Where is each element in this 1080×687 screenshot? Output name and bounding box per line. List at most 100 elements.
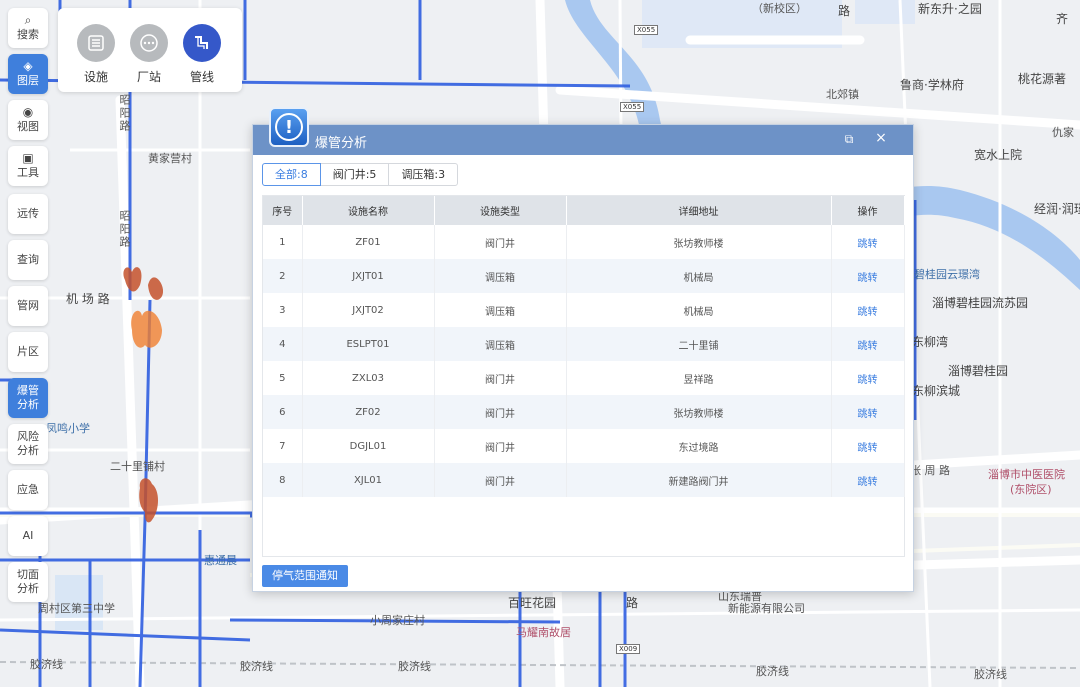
jump-link[interactable]: 跳转 [831, 225, 905, 259]
layer-panel: 设施 厂站 管线 [58, 8, 242, 92]
emergency-label: 应急 [17, 483, 39, 496]
maximize-icon[interactable]: ⧉ [841, 132, 857, 148]
map-label-luxun: 鲁商·学林府 [900, 78, 964, 92]
jump-link[interactable]: 跳转 [831, 463, 905, 497]
jump-link[interactable]: 跳转 [831, 327, 905, 361]
risk-analysis-button[interactable]: 风险分析 [8, 424, 48, 464]
layer-option-facility[interactable]: 设施 [76, 24, 116, 85]
table-row: 6 ZF02 阀门井 张坊教师楼 跳转 [263, 395, 905, 429]
map-label-shandong-2: 新能源有限公司 [728, 602, 805, 615]
map-label-beijiao: 北郊镇 [826, 88, 859, 101]
query-label: 查询 [17, 253, 39, 266]
dialog-title: 爆管分析 [315, 136, 368, 151]
burst-analysis-button[interactable]: 爆管分析 [8, 378, 48, 418]
map-label-school: 周村区第三中学 [38, 602, 115, 615]
jump-link[interactable]: 跳转 [831, 361, 905, 395]
map-label-malun: 马耀南故居 [516, 626, 571, 639]
layer-label-pipeline: 管线 [189, 70, 214, 84]
layer-option-station[interactable]: 厂站 [129, 24, 169, 85]
road-badge-x055b: X055 [620, 102, 645, 112]
cell-name: ZF01 [302, 225, 435, 259]
network-label: 管网 [17, 299, 39, 312]
map-label-jingrun: 经润·润瑾 [1034, 202, 1080, 216]
section-analysis-label: 切面分析 [17, 568, 39, 595]
tab-regulator-box[interactable]: 调压箱:3 [388, 163, 459, 186]
layers-button[interactable]: ◈ 图层 [8, 54, 48, 94]
tools-label: 工具 [17, 166, 39, 179]
table-row: 3 JXJT02 调压箱 机械局 跳转 [263, 293, 905, 327]
cell-address: 张坊教师楼 [566, 225, 832, 259]
map-label-fengming: 凤鸣小学 [46, 422, 90, 435]
map-label-road-lu2: 路 [626, 596, 639, 610]
layer-label-station: 厂站 [136, 70, 161, 84]
cell-type: 阀门井 [434, 395, 567, 429]
district-label: 片区 [17, 345, 39, 358]
jump-link[interactable]: 跳转 [831, 395, 905, 429]
burst-analysis-label: 爆管分析 [17, 384, 39, 411]
column-header-no: 序号 [263, 196, 303, 225]
emergency-button[interactable]: 应急 [8, 470, 48, 510]
cell-no: 6 [263, 395, 303, 429]
cell-type: 调压箱 [434, 259, 567, 293]
cell-address: 二十里铺 [566, 327, 832, 361]
map-label-jiaoji-2: 胶济线 [240, 660, 273, 673]
cell-type: 调压箱 [434, 327, 567, 361]
alert-icon: ! [269, 107, 309, 147]
map-label-jiaoji-5: 胶济线 [974, 668, 1007, 681]
map-label-jiaoji-3: 胶济线 [398, 660, 431, 673]
map-label-huitong: 惠通晨 [204, 554, 237, 567]
table-header-row: 序号 设施名称 设施类型 详细地址 操作 [263, 196, 905, 225]
road-badge-x009: X009 [616, 644, 641, 654]
district-button[interactable]: 片区 [8, 332, 48, 372]
network-button[interactable]: 管网 [8, 286, 48, 326]
cell-name: ESLPT01 [302, 327, 435, 361]
jump-link[interactable]: 跳转 [831, 293, 905, 327]
close-icon[interactable]: × [873, 130, 889, 148]
map-label-jichang: 机 场 路 [66, 292, 110, 306]
toolbox-icon: ▣ [22, 151, 34, 165]
tab-all[interactable]: 全部:8 [262, 163, 321, 186]
cell-no: 4 [263, 327, 303, 361]
jump-link[interactable]: 跳转 [831, 259, 905, 293]
outage-notify-button[interactable]: 停气范围通知 [262, 565, 348, 587]
cell-no: 8 [263, 463, 303, 497]
view-icon: ◉ [22, 105, 34, 119]
map-label-qiujia: 仇家 [1052, 126, 1074, 139]
column-header-type: 设施类型 [434, 196, 567, 225]
map-label-zhaoyang-2: 昭阳路 [118, 210, 131, 249]
layer-option-pipeline[interactable]: 管线 [182, 24, 222, 85]
layer-label-facility: 设施 [83, 70, 108, 84]
ai-button[interactable]: AI [8, 516, 48, 556]
map-label-road-lu: 路 [838, 4, 851, 18]
map-label-kuanshui: 宽水上院 [974, 148, 1023, 162]
cell-address: 机械局 [566, 293, 832, 327]
dialog-header[interactable]: 爆管分析 ⧉ × [253, 125, 913, 155]
map-label-hospital-2: (东院区) [1010, 483, 1052, 496]
risk-analysis-label: 风险分析 [17, 430, 39, 457]
map-label-jiaoji-1: 胶济线 [30, 658, 63, 671]
map-label-dongliuwan: 东柳湾 [912, 335, 949, 349]
layers-icon: ◈ [23, 59, 33, 73]
table-row: 7 DGJL01 阀门井 东过境路 跳转 [263, 429, 905, 463]
cell-address: 机械局 [566, 259, 832, 293]
jump-link[interactable]: 跳转 [831, 429, 905, 463]
view-button[interactable]: ◉ 视图 [8, 100, 48, 140]
filter-tabs: 全部:8 阀门井:5 调压箱:3 [262, 163, 459, 186]
search-label: 搜索 [17, 28, 39, 41]
table-row: 5 ZXL03 阀门井 昱祥路 跳转 [263, 361, 905, 395]
map-label-jiaoji-4: 胶济线 [756, 665, 789, 678]
search-button[interactable]: ⌕ 搜索 [8, 8, 48, 48]
cell-address: 东过境路 [566, 429, 832, 463]
map-label-huangjia: 黄家营村 [148, 152, 192, 165]
section-analysis-button[interactable]: 切面分析 [8, 562, 48, 602]
remote-button[interactable]: 远传 [8, 194, 48, 234]
tab-valve-well[interactable]: 阀门井:5 [319, 163, 390, 186]
cell-no: 1 [263, 225, 303, 259]
query-button[interactable]: 查询 [8, 240, 48, 280]
cell-no: 7 [263, 429, 303, 463]
tools-button[interactable]: ▣ 工具 [8, 146, 48, 186]
pipeline-icon [183, 24, 221, 62]
cell-address: 昱祥路 [566, 361, 832, 395]
map-label-bgy-liusu: 淄博碧桂园流苏园 [932, 296, 1029, 310]
map-label-zhangzhou: 张 周 路 [910, 464, 950, 477]
